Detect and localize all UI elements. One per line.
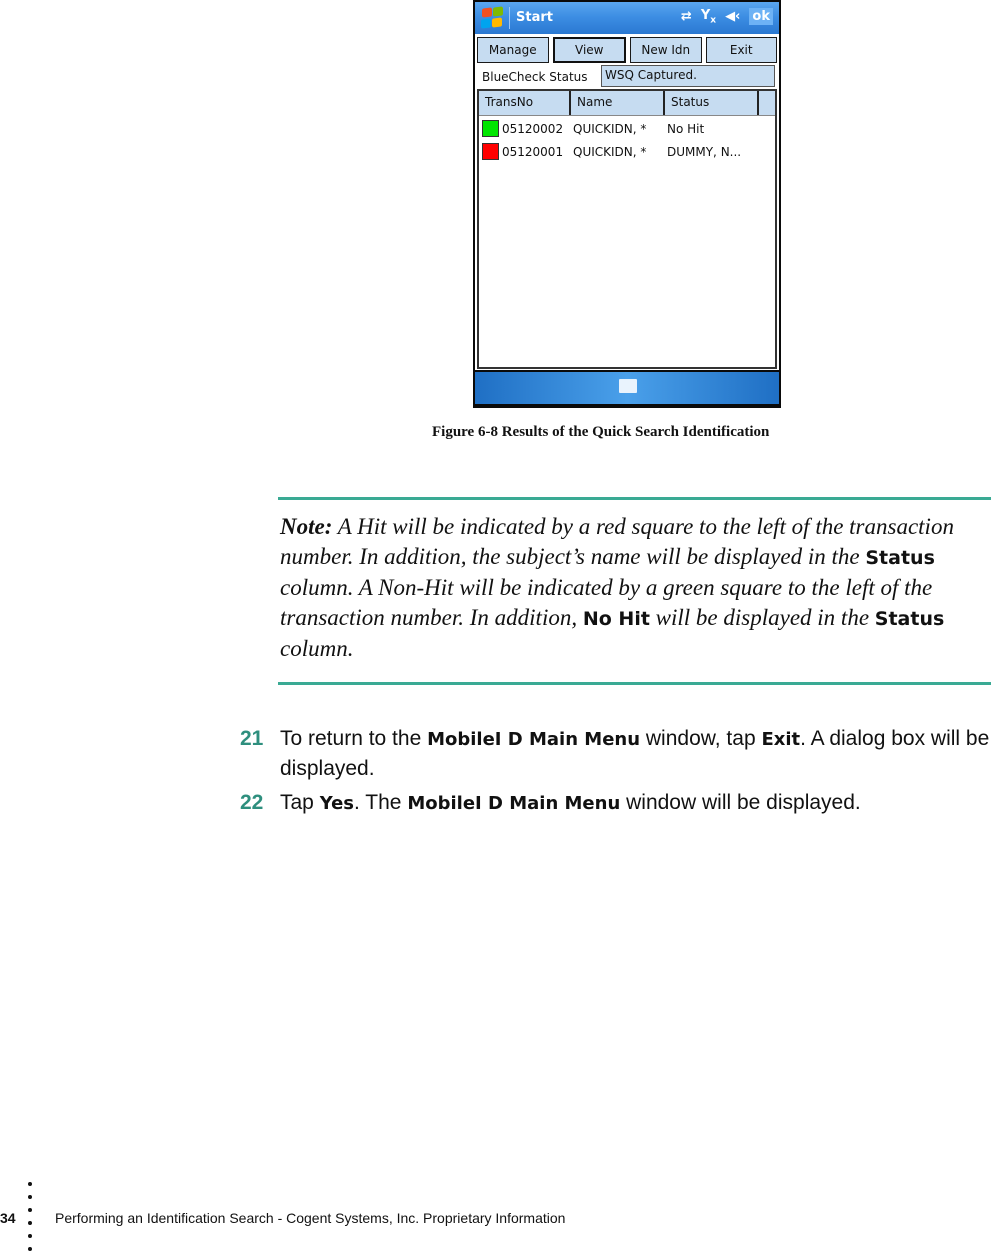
ui-term: Yes bbox=[319, 793, 355, 814]
step-number: 21 bbox=[240, 727, 264, 750]
hit-status: DUMMY, N... bbox=[667, 144, 742, 159]
list-row[interactable]: 05120002 QUICKIDN, * No Hit bbox=[479, 118, 775, 139]
list-header: TransNo Name Status bbox=[479, 91, 775, 116]
new-idn-button[interactable]: New Idn bbox=[630, 37, 702, 63]
page-footer: 34 Performing an Identification Search -… bbox=[0, 1150, 991, 1251]
column-header-filler bbox=[759, 91, 775, 115]
speaker-icon[interactable]: ◀︎‹ bbox=[725, 9, 740, 24]
transaction-list[interactable]: TransNo Name Status 05120002 QUICKIDN, *… bbox=[477, 89, 777, 369]
note-top-rule bbox=[278, 497, 991, 500]
figure-caption: Figure 6-8 Results of the Quick Search I… bbox=[432, 424, 770, 440]
column-header-name[interactable]: Name bbox=[571, 91, 665, 115]
keyboard-icon[interactable] bbox=[619, 379, 637, 393]
note-block: Note: A Hit will be indicated by a red s… bbox=[280, 512, 985, 664]
column-header-transno[interactable]: TransNo bbox=[479, 91, 571, 115]
ui-term: Status bbox=[865, 546, 935, 569]
note-bottom-rule bbox=[278, 682, 991, 685]
note-text: will be displayed in the bbox=[649, 604, 875, 630]
step-text-part: window will be displayed. bbox=[620, 791, 861, 814]
manage-button[interactable]: Manage bbox=[477, 37, 549, 63]
hit-indicator-square bbox=[482, 143, 499, 160]
trans-no: 05120002 bbox=[502, 121, 564, 136]
step-number: 22 bbox=[240, 791, 264, 814]
title-separator bbox=[509, 7, 510, 29]
note-label: Note: bbox=[280, 514, 333, 539]
step-text: Tap Yes. The MobileI D Main Menu window … bbox=[280, 788, 990, 818]
column-header-status[interactable]: Status bbox=[665, 91, 759, 115]
step-text-part: . The bbox=[354, 791, 408, 814]
ui-term: Status bbox=[874, 607, 945, 630]
app-window: Manage View New Idn Exit BlueCheck Statu… bbox=[475, 34, 779, 370]
note-text: column. bbox=[280, 636, 354, 661]
footer-text: Performing an Identification Search - Co… bbox=[55, 1210, 566, 1226]
ui-term: MobileI D Main Menu bbox=[407, 793, 621, 814]
ui-term: MobileI D Main Menu bbox=[427, 729, 641, 750]
page-number: 34 bbox=[0, 1210, 16, 1226]
bluecheck-status-row: BlueCheck Status WSQ Captured. bbox=[477, 65, 777, 87]
step-21: 21 To return to the MobileI D Main Menu … bbox=[240, 724, 990, 783]
step-text-part: window, tap bbox=[640, 727, 762, 750]
start-button[interactable]: Start bbox=[516, 10, 553, 25]
title-bar: Start ⇄ Yx ◀︎‹ ok bbox=[475, 2, 779, 34]
signal-off-icon[interactable]: Yx bbox=[701, 8, 716, 26]
step-text-part: Tap bbox=[280, 791, 320, 814]
ok-button[interactable]: ok bbox=[749, 8, 773, 26]
step-text: To return to the MobileI D Main Menu win… bbox=[280, 724, 990, 783]
exit-button[interactable]: Exit bbox=[705, 37, 777, 63]
view-button[interactable]: View bbox=[552, 37, 626, 63]
step-text-part: To return to the bbox=[280, 727, 428, 750]
hit-indicator-square bbox=[482, 120, 499, 137]
system-tray: ⇄ Yx ◀︎‹ ok bbox=[681, 8, 773, 26]
step-22: 22 Tap Yes. The MobileI D Main Menu wind… bbox=[240, 788, 990, 818]
note-text: A Hit will be indicated by a red square … bbox=[280, 514, 954, 569]
bluecheck-status-field: WSQ Captured. bbox=[601, 65, 775, 87]
connectivity-icon[interactable]: ⇄ bbox=[681, 9, 692, 24]
hit-status: No Hit bbox=[667, 121, 705, 136]
footer-dot-leader bbox=[28, 1182, 34, 1260]
trans-no: 05120001 bbox=[502, 144, 564, 159]
subject-name: QUICKIDN, * bbox=[573, 121, 647, 136]
windows-logo-icon[interactable] bbox=[481, 6, 505, 29]
list-row[interactable]: 05120001 QUICKIDN, * DUMMY, N... bbox=[479, 141, 775, 162]
toolbar: Manage View New Idn Exit bbox=[477, 37, 777, 63]
soft-input-bar bbox=[475, 372, 779, 404]
device-screenshot: Start ⇄ Yx ◀︎‹ ok Manage View New Idn Ex… bbox=[473, 0, 781, 408]
subject-name: QUICKIDN, * bbox=[573, 144, 647, 159]
ui-term: Exit bbox=[761, 729, 801, 750]
bluecheck-status-label: BlueCheck Status bbox=[482, 70, 588, 84]
ui-term: No Hit bbox=[582, 607, 650, 630]
